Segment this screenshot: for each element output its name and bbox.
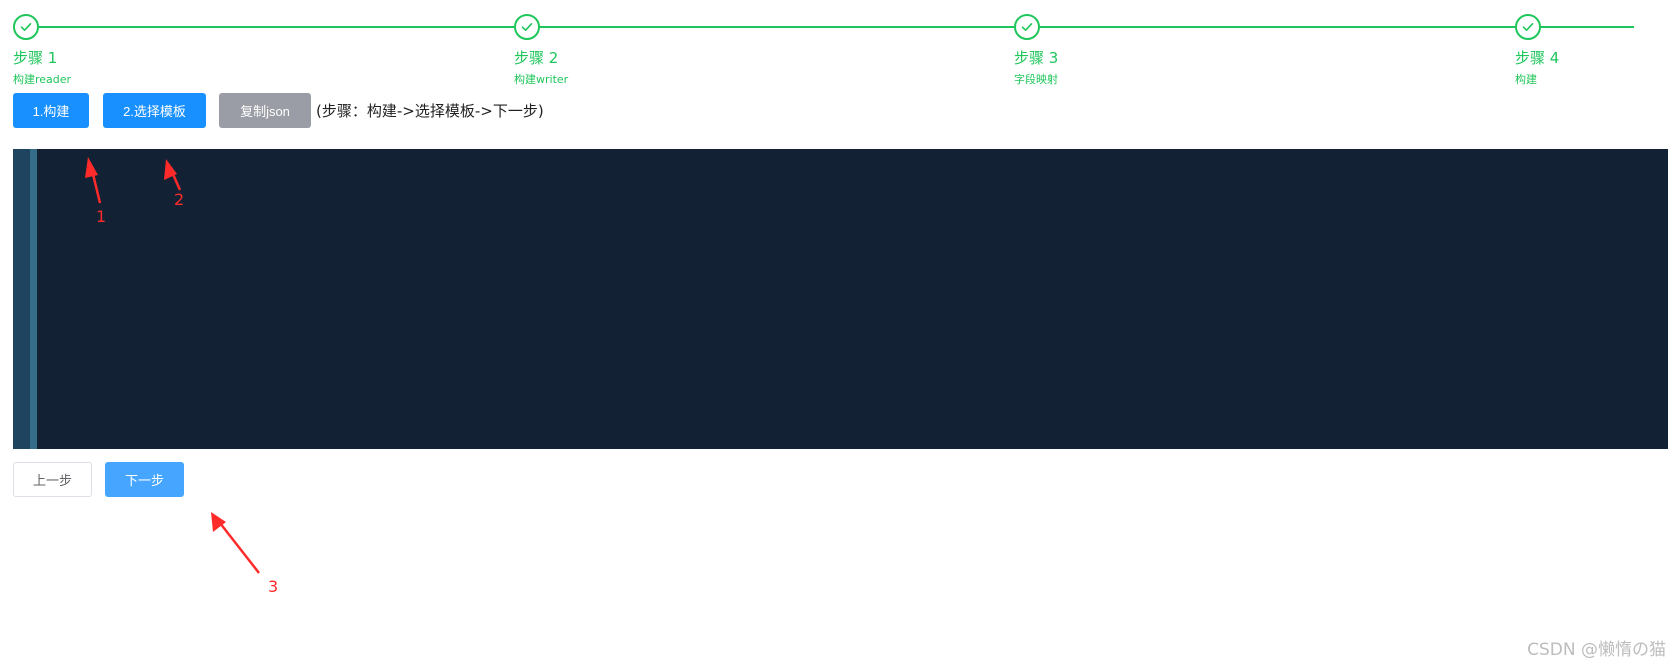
steps-progress-line: [37, 26, 1634, 28]
annotation-label-3: 3: [268, 577, 279, 596]
step-3: 步骤 3 字段映射: [1014, 14, 1058, 87]
step-2: 步骤 2 构建writer: [514, 14, 568, 87]
next-step-button[interactable]: 下一步: [105, 461, 184, 497]
copy-json-button[interactable]: 复制json: [219, 93, 311, 128]
annotation-label-1: 1: [96, 207, 107, 226]
prev-step-button[interactable]: 上一步: [13, 461, 92, 497]
toolbar: 1.构建 2.选择模板 复制json (步骤：构建->选择模板->下一步): [13, 93, 544, 128]
annotation-arrow-3: [211, 512, 260, 574]
step-1-description: 构建reader: [13, 73, 72, 86]
step-3-description: 字段映射: [1014, 73, 1058, 86]
watermark: CSDN @懒惰の猫: [1527, 640, 1666, 660]
steps-hint: (步骤：构建->选择模板->下一步): [316, 102, 544, 120]
check-icon: [1014, 14, 1040, 40]
step-1: 步骤 1 构建reader: [13, 14, 71, 87]
json-editor[interactable]: [13, 149, 1668, 449]
step-3-title: 步骤 3: [1014, 49, 1059, 67]
annotation-label-2: 2: [174, 190, 185, 209]
steps-bar: 步骤 1 构建reader 步骤 2 构建writer 步骤 3 字段映射 步骤…: [13, 14, 1658, 94]
step-navigation: 上一步 下一步: [13, 461, 184, 497]
build-button[interactable]: 1.构建: [13, 93, 89, 128]
check-icon: [514, 14, 540, 40]
step-1-title: 步骤 1: [13, 49, 58, 67]
step-4-description: 构建: [1515, 73, 1537, 86]
check-icon: [1515, 14, 1541, 40]
step-4-title: 步骤 4: [1515, 49, 1560, 67]
select-template-button[interactable]: 2.选择模板: [103, 93, 206, 128]
step-2-description: 构建writer: [514, 73, 569, 86]
editor-gutter: [13, 149, 30, 449]
step-2-title: 步骤 2: [514, 49, 559, 67]
check-icon: [13, 14, 39, 40]
step-4: 步骤 4 构建: [1515, 14, 1559, 87]
editor-active-line-strip: [30, 149, 37, 449]
